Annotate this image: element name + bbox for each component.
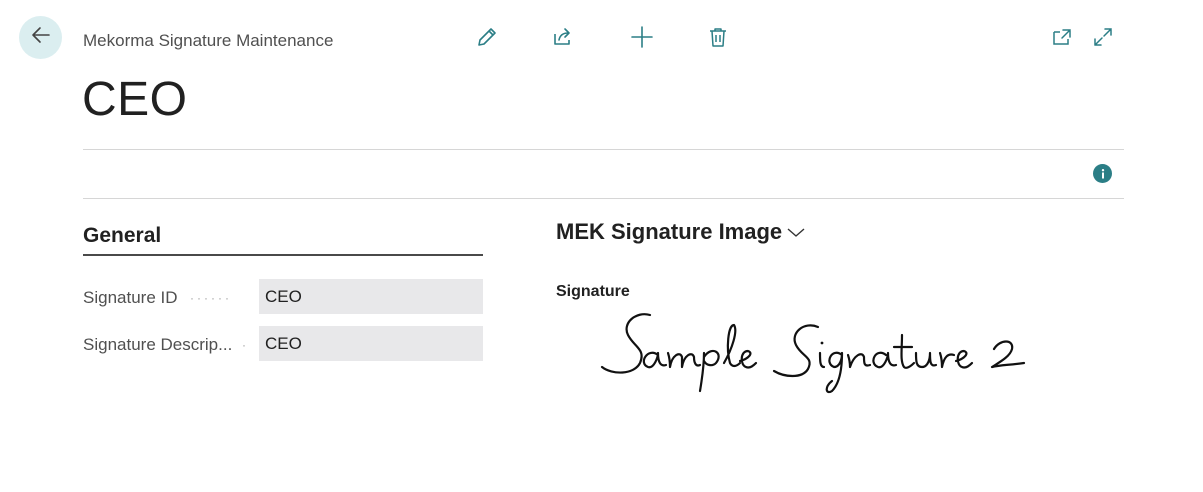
new-button[interactable]: [629, 25, 655, 54]
general-section-title[interactable]: General: [83, 224, 161, 248]
open-in-new-window-button[interactable]: [1049, 26, 1075, 52]
signature-description-dots: ·: [242, 338, 249, 352]
page-caption: Mekorma Signature Maintenance: [83, 31, 334, 50]
edit-button[interactable]: [474, 26, 500, 52]
signature-id-field[interactable]: CEO: [259, 279, 483, 314]
general-section-underline: [83, 254, 483, 256]
signature-image-section-label: MEK Signature Image: [556, 219, 783, 244]
trash-icon: [707, 26, 729, 53]
expand-icon: [1092, 26, 1114, 53]
signature-description-field[interactable]: CEO: [259, 326, 483, 361]
back-button[interactable]: [19, 16, 62, 59]
signature-id-dots: ······: [190, 291, 232, 305]
signature-id-label: Signature ID: [83, 288, 178, 307]
open-in-new-window-icon: [1051, 26, 1073, 53]
signature-image-section-title[interactable]: MEK Signature Image: [556, 219, 806, 245]
expand-button[interactable]: [1090, 26, 1116, 52]
pencil-icon: [476, 26, 498, 53]
arrow-left-icon: [30, 24, 52, 51]
signature-field-label: Signature: [556, 283, 630, 300]
share-button[interactable]: [550, 26, 576, 52]
signature-image[interactable]: [596, 305, 1036, 397]
info-icon[interactable]: [1093, 164, 1112, 183]
plus-icon: [630, 25, 654, 54]
record-title: CEO: [82, 73, 188, 126]
delete-button[interactable]: [705, 26, 731, 52]
chevron-down-icon: [786, 219, 806, 245]
signature-description-label: Signature Descrip...: [83, 335, 233, 354]
header-divider: [83, 149, 1124, 150]
content-divider: [83, 198, 1124, 199]
share-icon: [552, 26, 574, 53]
